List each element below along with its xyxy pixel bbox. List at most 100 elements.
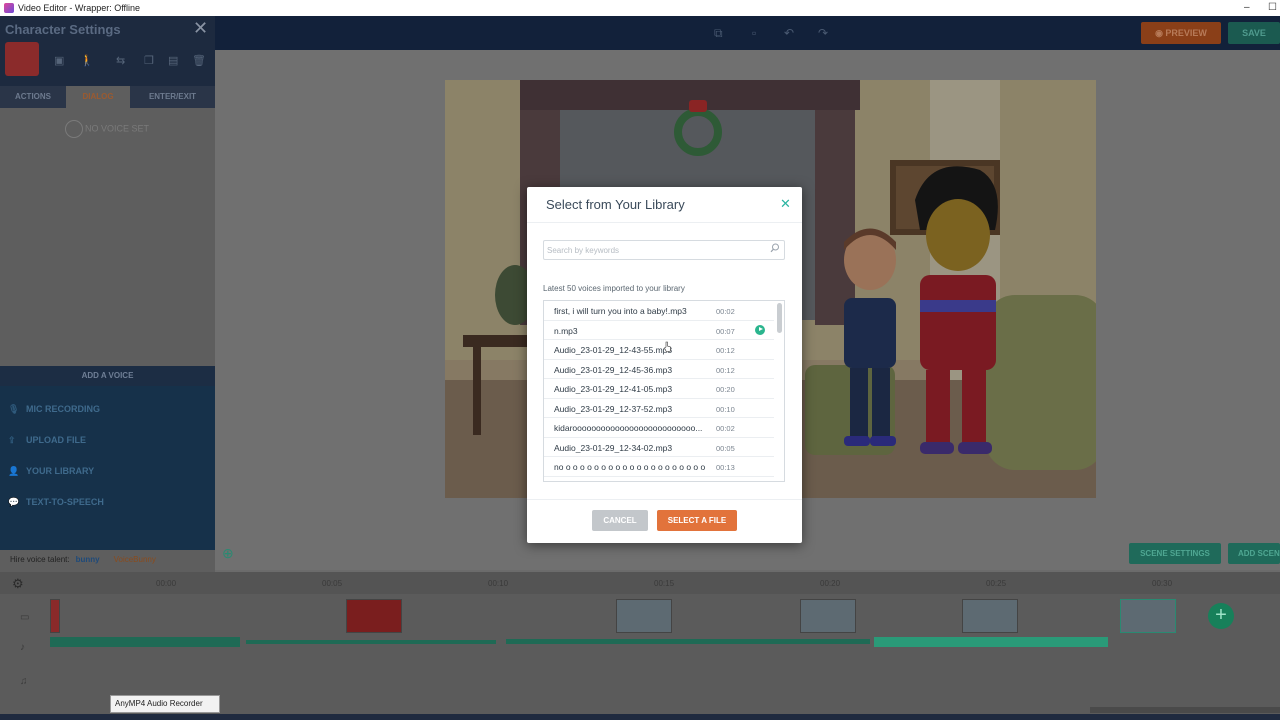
character-boy-blue[interactable] [830,220,910,460]
voice-name: n.mp3 [554,325,578,336]
tab-enter-exit[interactable]: ENTER/EXIT [130,86,215,108]
list-item[interactable]: Audio_23-01-29_12-43-55.mp3 00:12 [544,340,774,360]
flip-icon[interactable]: ⇆ [116,54,125,67]
voice-duration: 00:02 [716,307,735,316]
preview-button[interactable]: ◉ PREVIEW [1141,22,1221,44]
no-voice-indicator: NO VOICE SET [65,120,149,138]
list-item[interactable]: first, i will turn you into a baby!.mp3 0… [544,301,774,321]
paste-icon[interactable]: ▤ [168,54,178,67]
voice-name: first, i will turn you into a baby!.mp3 [554,306,687,316]
timeline-tick: 00:30 [1152,579,1173,588]
list-item[interactable]: Audio_23-01-29_12-37-52.mp3 00:10 [544,399,774,418]
list-item[interactable]: Audio_23-01-29_12-34-02.mp3 00:05 [544,438,774,457]
voice-duration: 00:12 [716,365,735,375]
voice-name: kidaroooooooooooooooooooooooooo... [554,423,703,433]
audio-waveform[interactable] [506,639,870,644]
scene-thumbnail[interactable] [962,599,1018,633]
undo-icon[interactable]: ↶ [784,26,794,40]
add-voice-title: ADD A VOICE [0,366,215,386]
scene-settings-button[interactable]: SCENE SETTINGS [1129,543,1221,564]
panel-title: Character Settings [5,22,121,37]
audio-waveform[interactable] [246,640,496,644]
scene-thumbnail[interactable] [800,599,856,633]
tab-dialog[interactable]: DIALOG [66,86,130,108]
list-item[interactable]: Audio_23-01-29_12-41-05.mp3 00:20 [544,379,774,399]
timeline-tick: 00:10 [488,579,509,588]
trash-icon[interactable]: 🗑 [192,54,206,67]
app-icon [4,3,14,13]
cancel-button[interactable]: CANCEL [592,510,648,531]
audio-waveform-selected[interactable] [874,637,1108,647]
timeline-tick: 00:05 [322,579,343,588]
character-avatar[interactable] [5,42,39,76]
text-to-speech-option[interactable]: 💬 TEXT-TO-SPEECH [8,497,104,508]
close-icon[interactable]: ✕ [780,196,791,212]
scene-thumbnail[interactable] [346,599,402,633]
hire-voice-talent: Hire voice talent: bunny VoiceBunny [0,550,215,570]
gear-icon[interactable]: ⚙ [12,576,24,592]
search-input[interactable] [544,241,764,259]
os-taskbar [0,714,1280,720]
zoom-in-icon[interactable]: ⊕ [222,545,234,562]
window-titlebar: Video Editor - Wrapper: Offline – ☐ [0,0,1280,16]
voice-duration: 00:07 [716,326,735,336]
hand-cursor-icon [664,341,671,353]
add-scene-icon[interactable]: + [1208,603,1234,629]
timeline-tick: 00:15 [654,579,675,588]
video-track-icon: ▭ [20,612,30,623]
save-button[interactable]: SAVE [1228,22,1280,44]
timeline-tick: 00:20 [820,579,841,588]
wreath-bow [689,100,707,112]
select-file-button[interactable]: SELECT A FILE [657,510,737,531]
taskbar-tooltip: AnyMP4 Audio Recorder [110,695,220,713]
music-track-icon: ♫ [20,676,28,687]
voice-list: first, i will turn you into a baby!.mp3 0… [543,300,785,482]
timeline-ruler: ⚙ 00:00 00:05 00:10 00:15 00:20 00:25 00… [0,572,1280,594]
voice-name: Audio_23-01-29_12-37-52.mp3 [554,403,673,414]
divider [527,499,802,500]
close-icon[interactable]: ✕ [193,18,208,39]
minimize-button[interactable]: – [1244,0,1250,16]
list-item[interactable]: no o o o o o o o o o o o o o o o o o o o… [544,457,774,477]
add-voice-section: ADD A VOICE 🎙 MIC RECORDING ⇪ UPLOAD FILE … [0,366,215,561]
voice-name: Audio_23-01-29_12-45-36.mp3 [554,364,673,375]
wreath-prop[interactable] [674,108,722,156]
play-icon[interactable] [755,324,765,335]
audio-waveform[interactable] [50,637,240,647]
search-icon[interactable] [770,243,780,253]
upload-file-option[interactable]: ⇪ UPLOAD FILE [8,435,86,446]
scene-thumbnail[interactable] [50,599,60,633]
list-item[interactable]: Audio_23-01-29_12-45-36.mp3 00:12 [544,360,774,379]
your-library-option[interactable]: 👤 YOUR LIBRARY [8,466,94,477]
maximize-button[interactable]: ☐ [1268,0,1277,16]
voice-duration: 00:20 [716,385,735,394]
list-scrollbar[interactable] [777,303,782,333]
scene-thumbnail-selected[interactable] [1120,599,1176,633]
copy-icon[interactable]: ⧉ [714,26,723,41]
voice-duration: 00:12 [716,346,735,355]
scene-thumbnail[interactable] [616,599,672,633]
panel-tabs: ACTIONS DIALOG ENTER/EXIT [0,86,215,108]
list-item[interactable]: kidaroooooooooooooooooooooooooo... 00:02 [544,418,774,438]
list-item-hovered[interactable]: n.mp3 00:07 [544,321,774,340]
voice-duration: 00:02 [716,424,735,433]
copy-icon[interactable]: ▣ [54,54,64,67]
duplicate-icon[interactable]: ❐ [144,54,154,67]
walk-icon[interactable]: 🚶 [80,54,94,67]
tab-actions[interactable]: ACTIONS [0,86,66,108]
add-scene-button[interactable]: ADD SCENE [1228,543,1280,564]
voicebunny-link[interactable]: VoiceBunny [114,555,156,564]
character-boy-red[interactable] [900,160,1010,460]
timeline-tick: 00:00 [156,579,177,588]
user-icon: 👤 [8,466,20,476]
voice-name: Audio_23-01-29_12-34-02.mp3 [554,442,673,453]
timeline-scrollbar[interactable] [1090,707,1280,713]
hire-brand-link[interactable]: bunny [76,555,100,564]
redo-icon[interactable]: ↷ [818,26,828,40]
library-caption: Latest 50 voices imported to your librar… [543,284,685,293]
no-voice-label: NO VOICE SET [85,123,150,134]
voice-name: Audio_23-01-29_12-43-55.mp3 [554,345,673,355]
mic-recording-option[interactable]: 🎙 MIC RECORDING [8,404,100,415]
paste-icon[interactable]: ▫ [752,26,756,40]
upload-icon: ⇪ [8,435,16,445]
